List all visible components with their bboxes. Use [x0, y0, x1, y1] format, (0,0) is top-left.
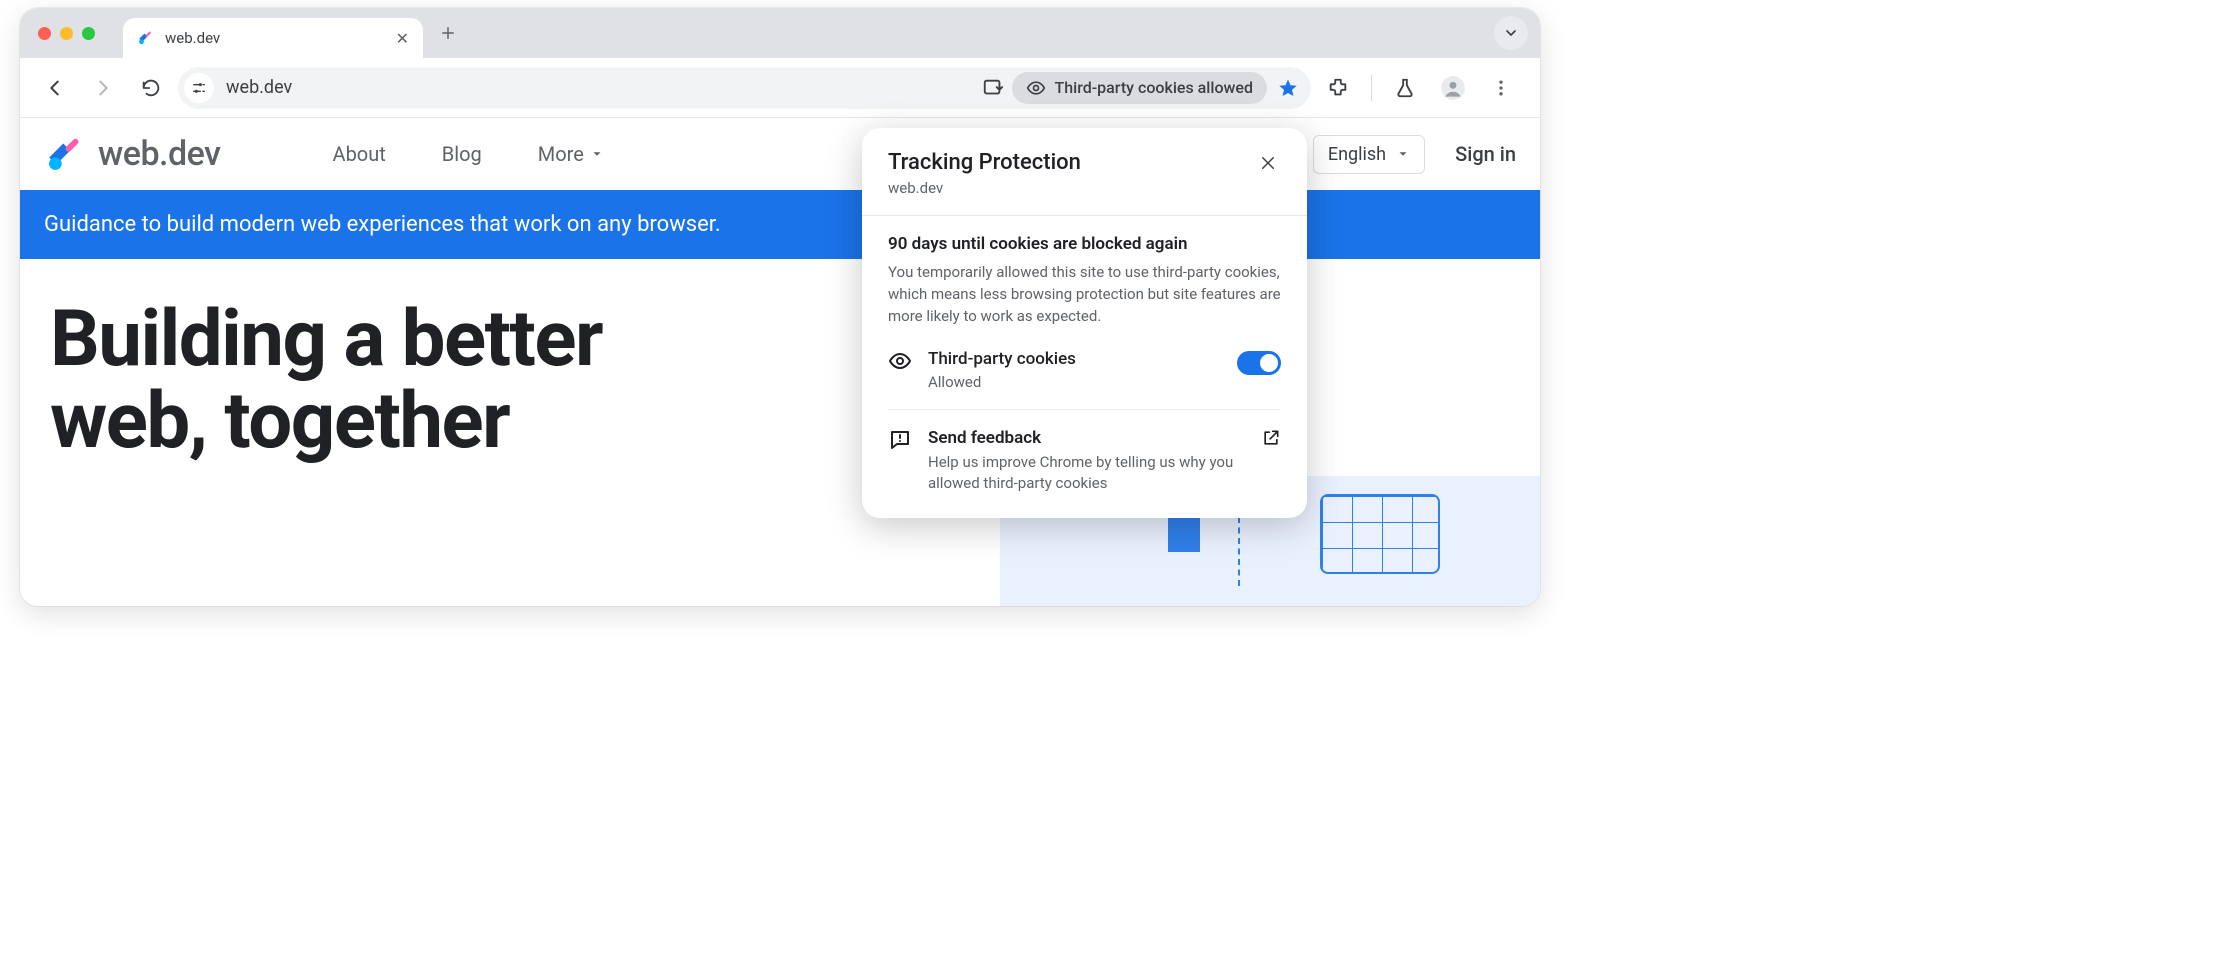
labs-icon[interactable]	[1384, 67, 1426, 109]
address-text: web.dev	[226, 77, 974, 98]
active-tab[interactable]: web.dev ✕	[123, 18, 423, 58]
tab-search-button[interactable]	[1494, 16, 1528, 50]
toolbar-separator	[1371, 75, 1372, 101]
page-content: web.dev About Blog More English Sign in …	[20, 118, 1540, 606]
reload-button[interactable]	[130, 67, 172, 109]
cookie-row-state: Allowed	[928, 373, 1221, 391]
chevron-down-icon	[590, 147, 604, 161]
webdev-favicon	[137, 29, 155, 47]
site-brand[interactable]: web.dev	[44, 133, 221, 175]
popover-body: You temporarily allowed this site to use…	[888, 262, 1281, 327]
hero-line-2: web, together	[50, 376, 509, 467]
back-button[interactable]	[34, 67, 76, 109]
nav-more[interactable]: More	[538, 142, 604, 166]
extensions-icon[interactable]	[1317, 67, 1359, 109]
cookie-toggle[interactable]	[1237, 351, 1281, 375]
popover-title: Tracking Protection	[888, 150, 1081, 175]
browser-window: web.dev ✕ web.dev	[20, 8, 1540, 606]
feedback-body: Help us improve Chrome by telling us why…	[928, 452, 1245, 494]
feedback-icon	[888, 428, 912, 452]
bookmark-star-icon[interactable]	[1271, 67, 1305, 109]
nav-blog[interactable]: Blog	[442, 142, 482, 166]
cookie-row-label: Third-party cookies	[928, 349, 1221, 369]
popover-heading: 90 days until cookies are blocked again	[888, 234, 1281, 254]
divider	[862, 215, 1307, 216]
nav-more-label: More	[538, 142, 584, 166]
site-settings-icon[interactable]	[184, 73, 214, 103]
banner-text: Guidance to build modern web experiences…	[44, 212, 721, 237]
forward-button[interactable]	[82, 67, 124, 109]
close-tab-button[interactable]: ✕	[396, 29, 409, 48]
install-app-icon[interactable]	[978, 73, 1008, 103]
feedback-title: Send feedback	[928, 428, 1245, 448]
window-controls	[38, 27, 95, 40]
popover-host: web.dev	[888, 179, 1081, 197]
close-window-button[interactable]	[38, 27, 51, 40]
cookie-status-chip[interactable]: Third-party cookies allowed	[1012, 72, 1267, 104]
sign-in-link[interactable]: Sign in	[1455, 142, 1516, 166]
minimize-window-button[interactable]	[60, 27, 73, 40]
close-icon	[1259, 154, 1277, 172]
hero-line-1: Building a better	[50, 294, 602, 385]
profile-icon[interactable]	[1432, 67, 1474, 109]
language-select[interactable]: English	[1313, 135, 1425, 174]
tab-strip: web.dev ✕	[20, 8, 1540, 58]
new-tab-button[interactable]	[431, 16, 465, 50]
site-header-right: English Sign in	[1313, 135, 1516, 174]
maximize-window-button[interactable]	[82, 27, 95, 40]
page-banner: Guidance to build modern web experiences…	[20, 190, 1540, 259]
site-brand-text: web.dev	[98, 134, 221, 174]
tracking-protection-popover: Tracking Protection web.dev 90 days unti…	[862, 128, 1307, 518]
cookie-chip-label: Third-party cookies allowed	[1054, 78, 1253, 97]
toolbar: web.dev Third-party cookies allowed	[20, 58, 1540, 118]
eye-icon	[888, 349, 912, 373]
address-bar[interactable]: web.dev Third-party cookies allowed	[178, 67, 1311, 109]
send-feedback-row[interactable]: Send feedback Help us improve Chrome by …	[888, 428, 1281, 494]
eye-icon	[1026, 78, 1046, 98]
nav-about[interactable]: About	[333, 142, 386, 166]
webdev-logo-icon	[44, 133, 86, 175]
tab-title: web.dev	[165, 29, 386, 47]
third-party-cookies-row: Third-party cookies Allowed	[888, 349, 1281, 410]
chevron-down-icon	[1396, 147, 1410, 161]
popover-close-button[interactable]	[1255, 150, 1281, 176]
language-label: English	[1328, 144, 1386, 165]
hero: Building a better web, together	[20, 259, 1540, 503]
open-external-icon	[1261, 428, 1281, 448]
site-nav: About Blog More	[333, 142, 604, 166]
site-header: web.dev About Blog More English Sign in	[20, 118, 1540, 190]
chrome-menu-icon[interactable]	[1480, 67, 1522, 109]
